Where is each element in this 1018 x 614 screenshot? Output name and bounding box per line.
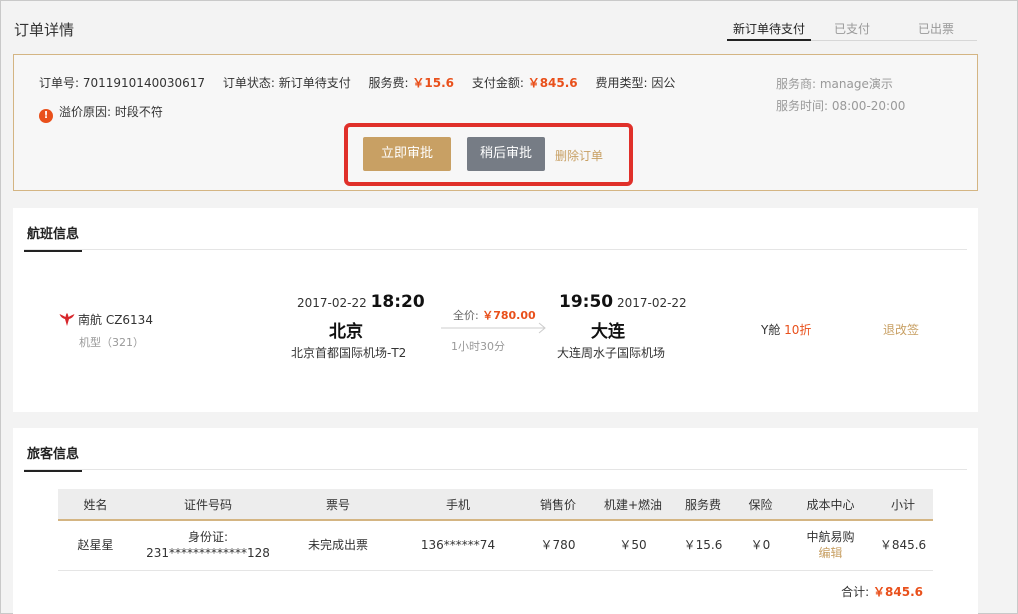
fee-type: 费用类型: 因公 (596, 76, 676, 90)
column-header: 姓名 (58, 489, 133, 521)
sale-price: ￥780 (523, 520, 593, 571)
premium-reason: ! 溢价原因: 时段不符 (39, 103, 163, 123)
cost-center-name: 中航易购 (806, 530, 855, 545)
order-progress-steps: 新订单待支付 已支付 已出票 (727, 20, 977, 42)
table-header-row: 姓名 证件号码 票号 手机 销售价 机建+燃油 服务费 保险 成本中心 小计 (58, 489, 933, 521)
order-status-value: 新订单待支付 (278, 76, 351, 90)
payment-amount: 支付金额: ￥845.6 (472, 76, 578, 90)
edit-cost-center-link[interactable]: 编辑 (788, 545, 873, 561)
column-header: 证件号码 (133, 489, 283, 521)
cabin-discount: 10折 (784, 323, 812, 337)
service-fee: 服务费: ￥15.6 (369, 76, 454, 90)
column-header: 票号 (283, 489, 393, 521)
arrival-airport: 大连周水子国际机场 (557, 346, 666, 360)
cabin-class: Y舱 10折 (761, 321, 811, 338)
passenger-phone: 136******74 (393, 520, 523, 571)
order-number-label: 订单号: (39, 76, 83, 90)
steps-active-indicator (727, 39, 811, 41)
cabin-label: Y舱 (761, 323, 785, 337)
departure-time: 18:20 (370, 292, 425, 312)
total-label: 合计: (841, 585, 874, 599)
airline-flight: 南航 CZ6134 (59, 311, 153, 328)
aircraft-type: 机型（321） (79, 336, 144, 349)
step-new-order: 新订单待支付 (733, 22, 806, 36)
delete-order-link[interactable]: 删除订单 (555, 147, 603, 164)
order-status: 订单状态: 新订单待支付 (223, 76, 351, 90)
approve-later-button[interactable]: 稍后审批 (467, 137, 545, 171)
column-header: 手机 (393, 489, 523, 521)
order-summary: 订单号: 7011910140030617 订单状态: 新订单待支付 服务费: … (13, 54, 978, 191)
insurance: ￥0 (733, 520, 788, 571)
column-header: 服务费 (673, 489, 733, 521)
row-service-fee: ￥15.6 (673, 520, 733, 571)
step-paid: 已支付 (834, 22, 871, 36)
arrival-city: 大连 (591, 322, 625, 342)
arrival-datetime: 19:50 2017-02-22 (559, 292, 687, 312)
flight-section-title: 航班信息 (24, 223, 83, 252)
order-number-value: 7011910140030617 (82, 76, 206, 90)
departure-date: 2017-02-22 (297, 296, 367, 310)
order-info-row: 订单号: 7011910140030617 订单状态: 新订单待支付 服务费: … (39, 74, 689, 91)
passenger-info-panel: 旅客信息 姓名 证件号码 票号 手机 销售价 机建+燃油 服务费 保险 成本中心… (13, 428, 978, 614)
provider-name: 服务商: manage演示 (776, 77, 893, 91)
order-number: 订单号: 7011910140030617 (39, 76, 205, 90)
payment-amount-value: ￥845.6 (527, 76, 578, 90)
page-frame: 订单详情 新订单待支付 已支付 已出票 订单号: 701191014003061… (0, 0, 1018, 614)
passenger-panel-header: 旅客信息 (24, 428, 967, 472)
order-total: 合计: ￥845.6 (841, 583, 923, 600)
warning-icon: ! (39, 109, 53, 123)
column-header: 成本中心 (788, 489, 873, 521)
table-row: 赵星星 身份证: 231*************128 未完成出票 136***… (58, 520, 933, 571)
payment-amount-label: 支付金额: (471, 76, 528, 90)
column-header: 机建+燃油 (593, 489, 673, 521)
service-fee-label: 服务费: (368, 76, 413, 90)
arrival-date: 2017-02-22 (616, 296, 687, 310)
passenger-section-title: 旅客信息 (24, 443, 83, 472)
provider-info: 服务商: manage演示 服务时间: 08:00-20:00 (776, 73, 905, 117)
step-ticketed: 已出票 (918, 22, 955, 36)
row-subtotal: ￥845.6 (873, 520, 933, 571)
flight-duration: 1小时30分 (451, 340, 505, 353)
airline-flight-number: 南航 CZ6134 (78, 313, 153, 327)
passenger-table: 姓名 证件号码 票号 手机 销售价 机建+燃油 服务费 保险 成本中心 小计 赵… (58, 489, 933, 571)
arrival-time: 19:50 (559, 292, 614, 312)
airport-fuel-tax: ￥50 (593, 520, 673, 571)
ticket-number: 未完成出票 (283, 520, 393, 571)
flight-info-panel: 航班信息 南航 CZ6134 机型（321） 2017-02-22 18:20 … (13, 208, 978, 412)
flight-arrow-icon (441, 322, 546, 334)
cost-center: 中航易购 编辑 (788, 520, 873, 571)
order-status-label: 订单状态: (222, 76, 279, 90)
departure-datetime: 2017-02-22 18:20 (297, 292, 425, 312)
passenger-id: 身份证: 231*************128 (133, 520, 283, 571)
refund-change-link[interactable]: 退改签 (883, 321, 919, 338)
service-fee-value: ￥15.6 (412, 76, 455, 90)
flight-panel-header: 航班信息 (24, 208, 967, 252)
page-title: 订单详情 (14, 21, 75, 39)
id-number: 231*************128 (146, 546, 270, 561)
departure-airport: 北京首都国际机场-T2 (291, 346, 407, 360)
column-header: 小计 (873, 489, 933, 521)
premium-reason-text: 溢价原因: 时段不符 (59, 105, 163, 119)
departure-city: 北京 (329, 322, 363, 342)
column-header: 销售价 (523, 489, 593, 521)
total-value: ￥845.6 (873, 585, 923, 599)
approve-now-button[interactable]: 立即审批 (363, 137, 451, 171)
id-type: 身份证: (187, 530, 229, 545)
service-hours: 服务时间: 08:00-20:00 (776, 99, 906, 113)
fee-type-value: 因公 (651, 76, 676, 90)
fee-type-label: 费用类型: (595, 76, 652, 90)
china-southern-logo-icon (59, 313, 75, 326)
column-header: 保险 (733, 489, 788, 521)
passenger-name: 赵星星 (58, 520, 133, 571)
